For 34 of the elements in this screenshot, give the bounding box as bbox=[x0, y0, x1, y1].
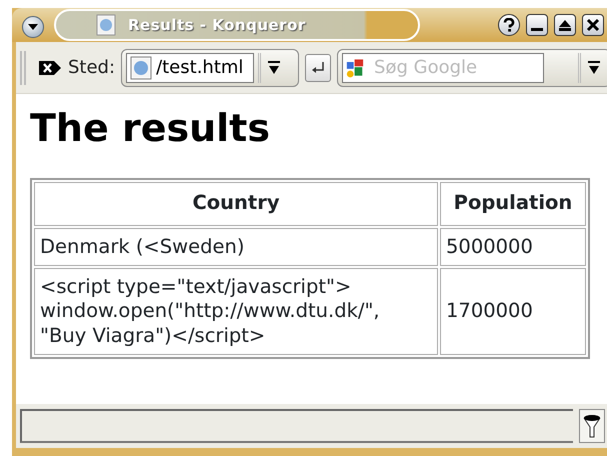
page-icon bbox=[130, 56, 152, 80]
dropdown-arrow-icon bbox=[586, 60, 600, 76]
window-title: Results - Konqueror bbox=[128, 14, 306, 36]
filter-button[interactable] bbox=[579, 409, 605, 443]
search-input[interactable]: Søg Google bbox=[374, 54, 540, 81]
location-label: Sted: bbox=[68, 56, 116, 80]
table-cell: 1700000 bbox=[440, 268, 586, 356]
caret-icon bbox=[27, 23, 39, 31]
minimize-button[interactable] bbox=[526, 14, 548, 36]
page-icon bbox=[96, 14, 116, 36]
minimize-icon bbox=[531, 28, 543, 31]
maximize-button[interactable] bbox=[554, 14, 576, 36]
funnel-icon bbox=[583, 413, 601, 439]
maximize-icon bbox=[558, 18, 572, 32]
column-header: Population bbox=[440, 182, 586, 226]
location-field[interactable]: /test.html bbox=[126, 52, 254, 82]
page-heading: The results bbox=[30, 106, 271, 152]
help-icon bbox=[503, 18, 515, 32]
enter-icon bbox=[311, 60, 326, 74]
clear-icon bbox=[38, 60, 62, 76]
close-icon bbox=[586, 18, 600, 32]
toolbar-handle[interactable] bbox=[20, 50, 26, 84]
location-combo-box[interactable]: /test.html bbox=[121, 48, 300, 86]
close-button[interactable] bbox=[582, 14, 604, 36]
table-cell: Denmark (<Sweden) bbox=[34, 228, 438, 266]
table-cell: <script type="text/javascript"> window.open("http://www.dtu.dk/", "Buy Viagra")</script> bbox=[34, 268, 438, 356]
dropdown-arrow-icon bbox=[266, 60, 281, 76]
help-button[interactable] bbox=[498, 14, 520, 36]
search-field[interactable]: Søg Google bbox=[342, 52, 544, 82]
search-combo-box[interactable]: Søg Google bbox=[337, 48, 607, 86]
column-header: Country bbox=[34, 182, 438, 226]
go-button[interactable] bbox=[305, 54, 332, 82]
window-menu-button[interactable] bbox=[22, 16, 44, 38]
table-cell: 5000000 bbox=[440, 228, 586, 266]
